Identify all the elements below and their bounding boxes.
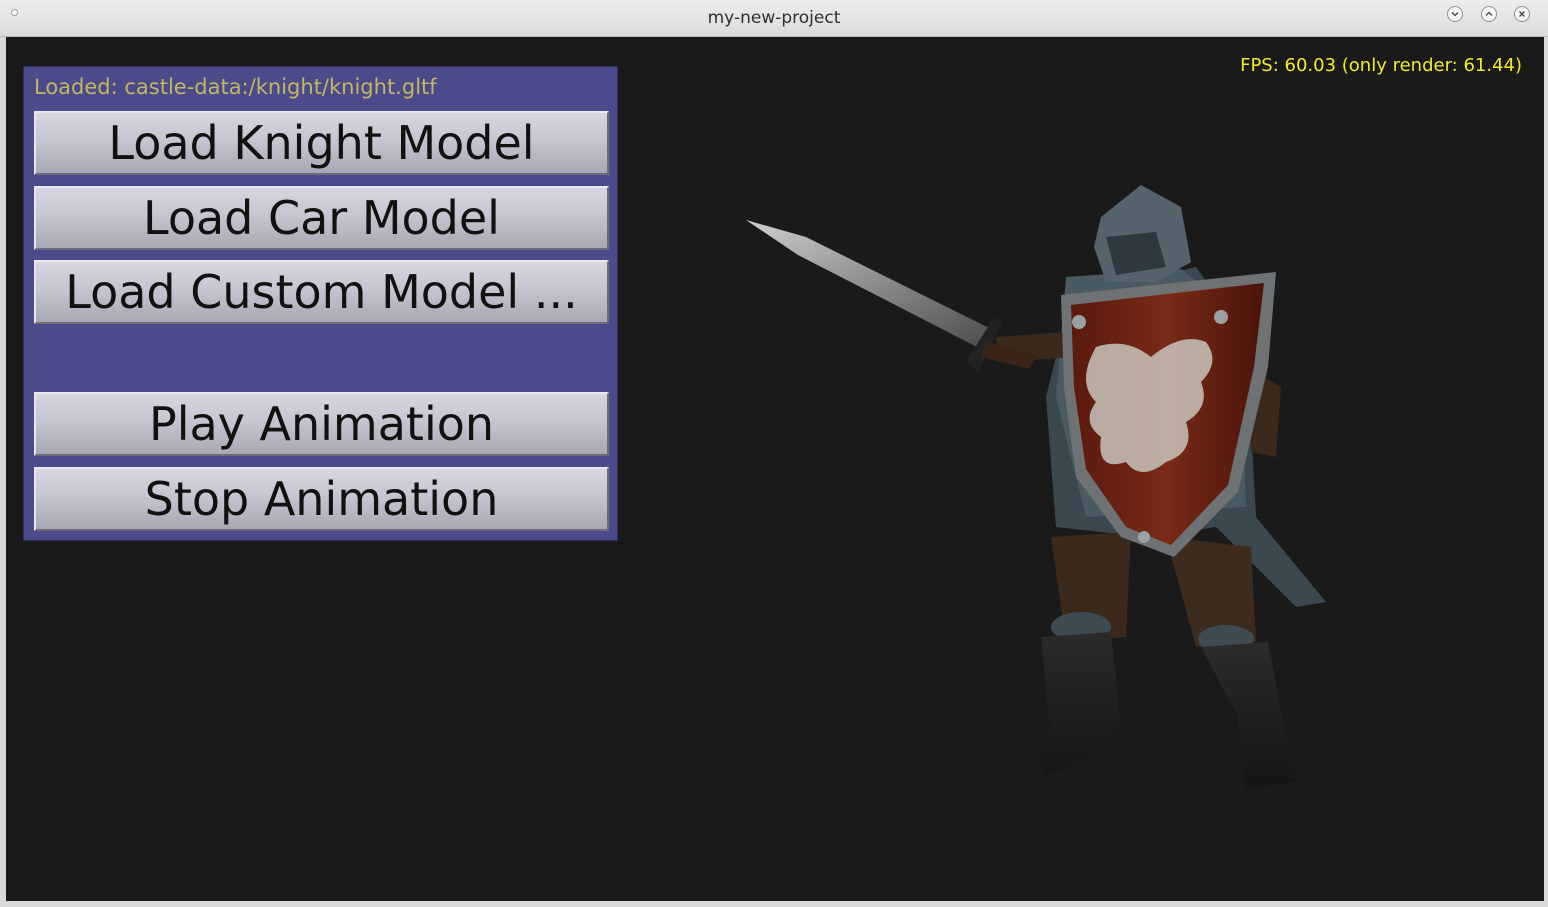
close-icon: [1519, 11, 1525, 17]
control-panel: Loaded: castle-data:/knight/knight.gltf …: [23, 66, 618, 541]
maximize-button[interactable]: [1481, 6, 1497, 22]
load-custom-model-button[interactable]: Load Custom Model ...: [34, 260, 609, 324]
load-knight-model-button[interactable]: Load Knight Model: [34, 111, 609, 175]
title-bar[interactable]: my-new-project: [0, 0, 1548, 37]
render-viewport[interactable]: FPS: 60.03 (only render: 61.44) Loaded: …: [6, 37, 1544, 901]
window-title: my-new-project: [707, 8, 841, 28]
minimize-button[interactable]: [1447, 6, 1463, 22]
chevron-down-icon: [1451, 12, 1459, 17]
load-car-model-button[interactable]: Load Car Model: [34, 186, 609, 250]
play-animation-button[interactable]: Play Animation: [34, 392, 609, 456]
stop-animation-button[interactable]: Stop Animation: [34, 467, 609, 531]
fps-counter: FPS: 60.03 (only render: 61.44): [1240, 55, 1522, 76]
loaded-status-label: Loaded: castle-data:/knight/knight.gltf: [34, 75, 437, 99]
chevron-up-icon: [1485, 11, 1493, 16]
close-button[interactable]: [1514, 6, 1530, 22]
